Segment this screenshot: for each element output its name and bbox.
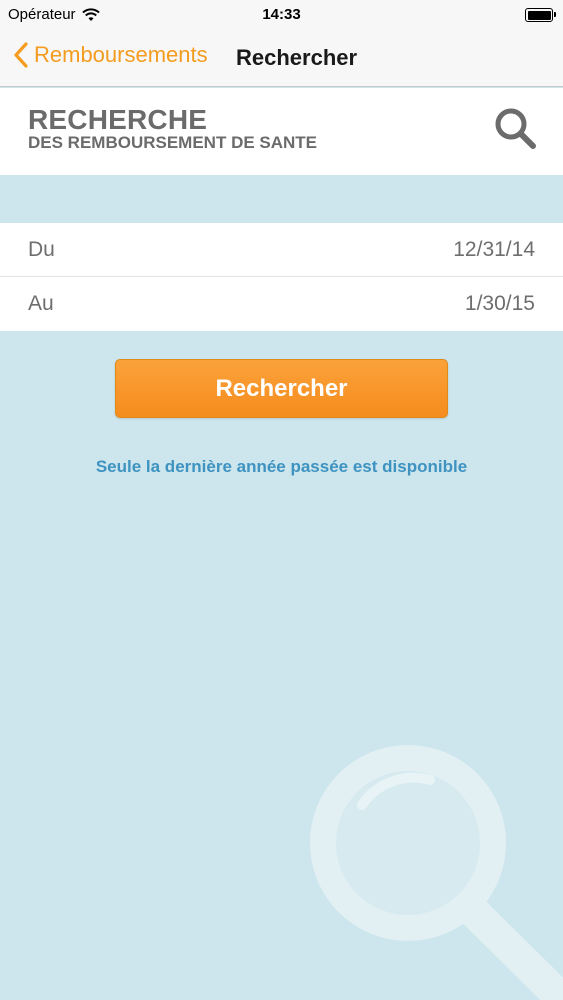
header-title: RECHERCHE	[28, 104, 208, 135]
back-button[interactable]: Remboursements	[14, 42, 208, 68]
date-label-to: Au	[28, 292, 54, 315]
page-title: Rechercher	[236, 45, 358, 70]
date-row-from[interactable]: Du 12/31/14	[0, 223, 563, 277]
search-button[interactable]: Rechercher	[115, 359, 448, 418]
back-button-label: Remboursements	[34, 42, 208, 67]
date-row-to[interactable]: Au 1/30/15	[0, 277, 563, 331]
date-value-from: 12/31/14	[453, 238, 535, 261]
chevron-left-icon	[14, 42, 28, 68]
search-header: RECHERCHE DES REMBOURSEMENT DE SANTE	[0, 88, 563, 175]
header-subtitle: DES REMBOURSEMENT DE SANTE	[28, 133, 318, 152]
date-range-list: Du 12/31/14 Au 1/30/15	[0, 223, 563, 331]
battery-icon	[525, 8, 556, 22]
date-label-from: Du	[28, 238, 55, 261]
status-time: 14:33	[262, 6, 301, 23]
navigation-bar: Remboursements Rechercher	[0, 30, 563, 87]
status-bar: Opérateur 14:33	[0, 0, 563, 30]
availability-note: Seule la dernière année passée est dispo…	[95, 457, 468, 476]
magnifier-watermark-icon	[310, 745, 563, 1000]
date-value-to: 1/30/15	[464, 292, 535, 315]
search-icon[interactable]	[493, 106, 537, 150]
